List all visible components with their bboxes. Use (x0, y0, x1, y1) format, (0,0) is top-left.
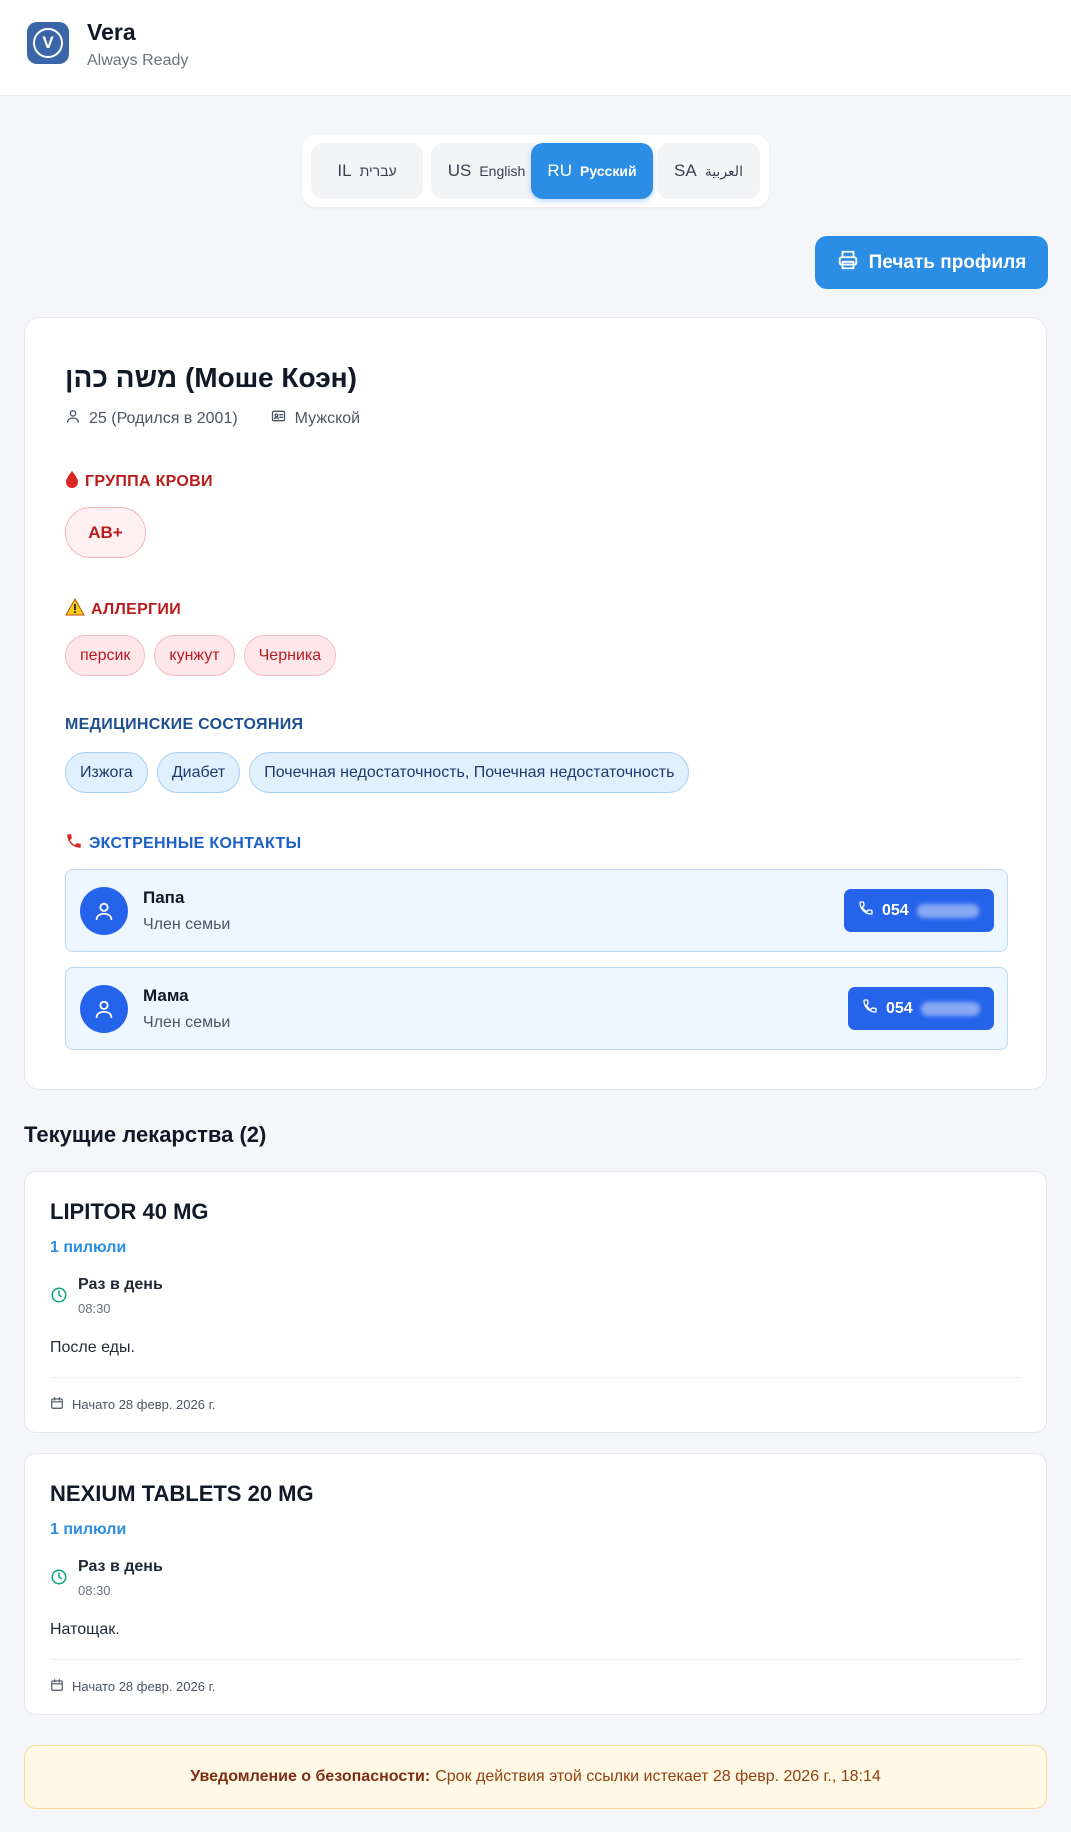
patient-age: 25 (Родился в 2001) (89, 409, 238, 427)
medication-frequency: Раз в день (78, 1558, 163, 1575)
security-notice-text: Срок действия этой ссылки истекает 28 фе… (435, 1768, 881, 1785)
profile-card: משה כהן (Моше Коэн) 25 (Родился в 2001) … (24, 317, 1047, 1090)
emergency-contacts-title: ЭКСТРЕННЫЕ КОНТАКТЫ (89, 834, 302, 852)
medication-start-date: Начато 28 февр. 2026 г. (72, 1397, 216, 1412)
call-contact-button[interactable]: 054 (848, 987, 994, 1030)
medication-name: NEXIUM TABLETS 20 MG (50, 1481, 314, 1506)
medication-start-date: Начато 28 февр. 2026 г. (72, 1679, 216, 1694)
app-header: V Vera Always Ready (0, 0, 1071, 96)
language-code: IL (337, 161, 352, 180)
calendar-icon (50, 1678, 64, 1695)
language-switcher: IL עברית US English RU Русский SA العربي… (302, 135, 769, 207)
contact-phone: 054 (886, 999, 913, 1017)
language-code: RU (547, 161, 572, 180)
language-option-he[interactable]: IL עברית (311, 143, 423, 199)
conditions-heading: МЕДИЦИНСКИЕ СОСТОЯНИЯ (65, 716, 303, 734)
divider (50, 1377, 1021, 1378)
language-code: SA (674, 161, 697, 180)
medication-time: 08:30 (78, 1583, 111, 1598)
app-logo-icon: V (27, 22, 69, 64)
id-card-icon (270, 408, 287, 429)
language-name: Русский (579, 163, 637, 179)
blood-type-badge: AB+ (65, 507, 146, 558)
allergy-chip: Черника (243, 635, 337, 676)
avatar-icon (80, 887, 128, 935)
logo-letter: V (33, 28, 63, 58)
language-name: العربية (704, 162, 743, 179)
user-icon (65, 408, 81, 429)
language-option-en[interactable]: US English (431, 143, 542, 199)
medication-start: Начато 28 февр. 2026 г. (50, 1396, 215, 1413)
medication-note: После еды. (50, 1339, 135, 1356)
condition-chip: Почечная недостаточность, Почечная недос… (249, 752, 690, 793)
contact-name: Мама (143, 986, 189, 1005)
call-contact-button[interactable]: 054 (844, 889, 994, 932)
medication-start: Начато 28 февр. 2026 г. (50, 1678, 215, 1695)
allergies-heading: АЛЛЕРГИИ (65, 597, 182, 621)
allergy-list: персик кунжут Черника (65, 635, 337, 676)
patient-gender: Мужской (294, 409, 361, 427)
medication-frequency: Раз в день (78, 1276, 163, 1293)
clock-icon (50, 1568, 68, 1591)
printer-icon (837, 249, 859, 277)
medications-heading: Текущие лекарства (2) (24, 1122, 267, 1147)
print-profile-label: Печать профиля (868, 251, 1027, 273)
language-option-ar[interactable]: SA العربية (657, 143, 760, 199)
allergy-chip: персик (65, 635, 146, 676)
conditions-title: МЕДИЦИНСКИЕ СОСТОЯНИЯ (65, 716, 304, 733)
redacted-phone-digits (916, 903, 979, 918)
patient-name: משה כהן (Моше Коэн) (65, 362, 357, 393)
medication-dose: 1 пилюли (50, 1239, 127, 1256)
divider (50, 1659, 1021, 1660)
blood-drop-icon (65, 470, 79, 493)
condition-list: Изжога Диабет Почечная недостаточность, … (65, 752, 690, 793)
patient-meta: 25 (Родился в 2001) Мужской (65, 408, 360, 429)
medication-card: LIPITOR 40 MG 1 пилюли Раз в день 08:30 … (24, 1171, 1047, 1433)
clock-icon (50, 1286, 68, 1309)
print-profile-button[interactable]: Печать профиля (815, 236, 1048, 289)
app-title: Vera (87, 19, 136, 45)
warning-icon (65, 597, 85, 621)
security-notice-label: Уведомление о безопасности: (190, 1768, 431, 1785)
medication-card: NEXIUM TABLETS 20 MG 1 пилюли Раз в день… (24, 1453, 1047, 1715)
contact-role: Член семьи (143, 916, 231, 933)
blood-type-title: ГРУППА КРОВИ (85, 472, 213, 490)
emergency-contacts-heading: ЭКСТРЕННЫЕ КОНТАКТЫ (65, 832, 302, 855)
medication-dose: 1 пилюли (50, 1521, 127, 1538)
avatar-icon (80, 985, 128, 1033)
security-notice: Уведомление о безопасности: Срок действи… (24, 1745, 1047, 1809)
language-code: US (447, 161, 472, 180)
redacted-phone-digits (920, 1001, 980, 1016)
phone-icon (862, 998, 878, 1019)
condition-chip: Диабет (156, 752, 241, 793)
language-name: English (479, 163, 526, 179)
medication-time: 08:30 (78, 1301, 111, 1316)
app-subtitle: Always Ready (87, 52, 189, 69)
calendar-icon (50, 1396, 64, 1413)
language-option-ru[interactable]: RU Русский (531, 143, 653, 199)
contact-card: Мама Член семьи 054 (65, 967, 1008, 1050)
contact-name: Папа (143, 888, 185, 907)
allergies-title: АЛЛЕРГИИ (91, 600, 182, 618)
contact-role: Член семьи (143, 1014, 231, 1031)
medication-note: Натощак. (50, 1621, 120, 1638)
condition-chip: Изжога (65, 752, 148, 793)
phone-icon (858, 900, 874, 921)
phone-icon (65, 832, 83, 855)
language-name: עברית (359, 163, 397, 179)
contact-card: Папа Член семьи 054 (65, 869, 1008, 952)
allergy-chip: кунжут (154, 635, 235, 676)
blood-type-heading: ГРУППА КРОВИ (65, 470, 213, 493)
medication-name: LIPITOR 40 MG (50, 1199, 209, 1224)
contact-phone: 054 (882, 901, 909, 919)
